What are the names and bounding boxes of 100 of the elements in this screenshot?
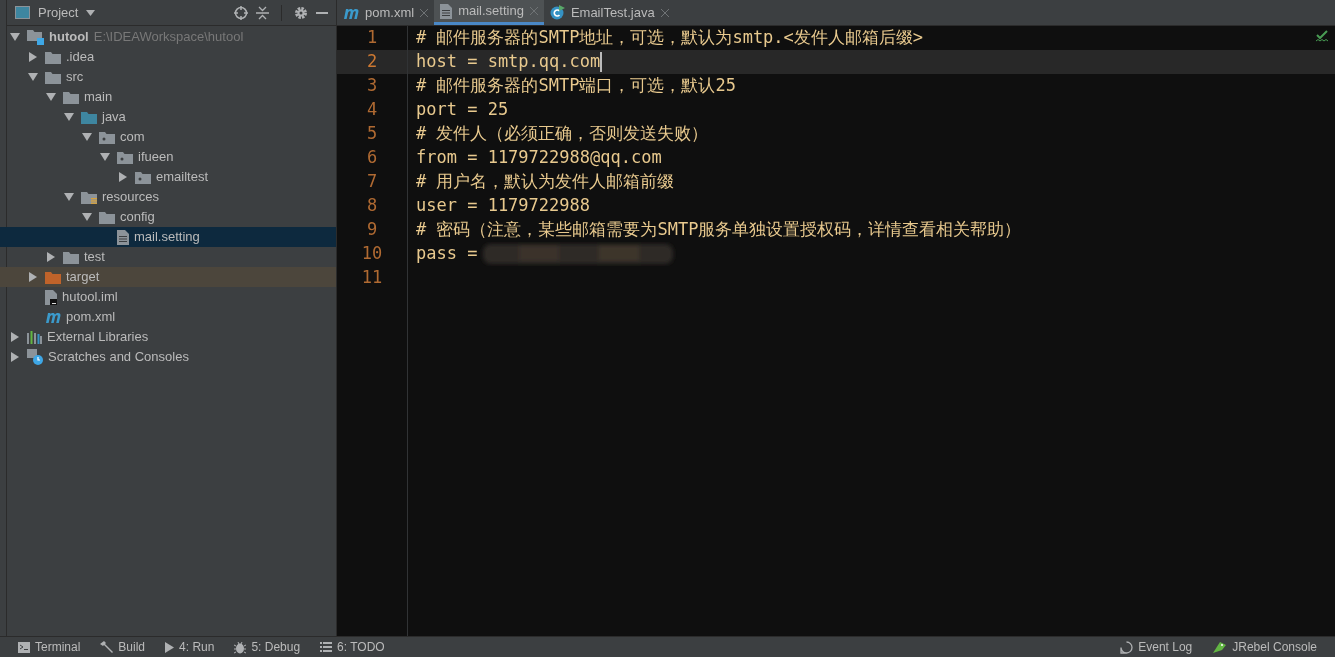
tree-label: resources (102, 188, 160, 207)
tree-row[interactable]: .idea (0, 47, 336, 67)
code-line: # 用户名，默认为发件人邮箱前缀 (416, 170, 675, 194)
bug-icon (234, 640, 247, 654)
terminal-icon (18, 641, 30, 653)
expand-caret-icon[interactable] (28, 52, 38, 62)
tool-window-label: 5: Debug (251, 639, 301, 656)
panel-title[interactable]: Project (38, 2, 79, 23)
folder-icon (63, 90, 79, 104)
tree-row[interactable]: config (0, 207, 336, 227)
tool-window-button[interactable]: 6: TODO (320, 638, 385, 656)
tree-row[interactable]: External Libraries (0, 327, 336, 347)
editor-tab[interactable]: mail.setting (434, 0, 544, 25)
editor-tab[interactable]: EmailTest.java (543, 0, 675, 25)
tree-label: hutool.iml (62, 288, 118, 307)
file-icon (117, 229, 129, 245)
text-cursor (600, 52, 603, 72)
play-icon (165, 641, 175, 653)
folder-icon (99, 210, 115, 224)
line-number: 2 (366, 50, 378, 74)
tree-label: External Libraries (47, 328, 149, 347)
folder-icon (45, 50, 61, 64)
tree-row[interactable]: resources (0, 187, 336, 207)
tool-window-label: 6: TODO (337, 639, 385, 656)
locate-icon[interactable] (234, 5, 248, 20)
tree-label: target (66, 268, 100, 287)
tree-row[interactable]: hutool.iml (0, 287, 336, 307)
tab-label: pom.xml (365, 3, 415, 22)
folder-icon (81, 110, 97, 124)
code-line: # 发件人（必须正确，否则发送失败） (416, 122, 709, 146)
tool-window-button[interactable]: Terminal (18, 638, 81, 656)
file-icon (45, 289, 57, 305)
tree-label: test (84, 248, 105, 267)
tree-label: Scratches and Consoles (48, 348, 189, 367)
tree-row[interactable]: com (0, 127, 336, 147)
editor-tab[interactable]: pom.xml (337, 0, 435, 25)
file-icon (440, 3, 453, 19)
tree-label: ifueen (138, 148, 174, 167)
minimize-icon[interactable] (316, 11, 328, 14)
tool-window-label: 4: Run (179, 639, 215, 656)
scratches-icon (27, 349, 43, 365)
line-number: 7 (366, 170, 378, 194)
tree-row[interactable]: src (0, 67, 336, 87)
tree-row[interactable]: emailtest (0, 167, 336, 187)
tree-row[interactable]: hutool E:\IDEAWorkspace\hutool (0, 27, 336, 47)
tree-row[interactable]: main (0, 87, 336, 107)
tool-window-label: Build (118, 639, 146, 656)
tree-label: .idea (66, 48, 95, 67)
list-icon (320, 642, 333, 652)
tree-row[interactable]: mail.setting (0, 227, 336, 247)
code-line: pass = (416, 242, 478, 266)
code-line: # 密码（注意，某些邮箱需要为SMTP服务单独设置授权码，详情查看相关帮助） (416, 218, 1022, 242)
line-number: 1 (366, 26, 378, 50)
maven-icon (343, 6, 359, 19)
folder-icon (63, 250, 79, 264)
line-number: 6 (366, 146, 378, 170)
inspection-ok-icon[interactable] (1316, 30, 1329, 42)
tree-row[interactable]: Scratches and Consoles (0, 347, 336, 367)
hammer-icon (100, 641, 114, 653)
expand-caret-icon[interactable] (118, 172, 128, 182)
tool-window-button[interactable]: 4: Run (165, 638, 215, 656)
tree-row[interactable]: pom.xml (0, 307, 336, 327)
tree-label: com (120, 128, 145, 147)
tree-label: emailtest (156, 168, 209, 187)
folder-icon (81, 190, 97, 204)
folder-icon (135, 170, 151, 184)
code-line: host = smtp.qq.com (416, 50, 601, 74)
collapse-caret-icon[interactable] (10, 32, 20, 42)
tab-label: mail.setting (458, 2, 524, 21)
line-number: 10 (361, 242, 383, 266)
tree-label: main (84, 88, 113, 107)
folder-icon (45, 270, 61, 284)
module-icon (27, 29, 44, 45)
folder-icon (117, 150, 133, 164)
tree-row[interactable]: ifueen (0, 147, 336, 167)
maven-icon (45, 311, 61, 323)
tree-row[interactable]: java (0, 107, 336, 127)
folder-icon (99, 130, 115, 144)
line-number: 3 (366, 74, 378, 98)
code-line: # 邮件服务器的SMTP端口，可选，默认25 (416, 74, 736, 98)
tree-row[interactable]: target (0, 267, 336, 287)
tool-window-label: Event Log (1138, 639, 1193, 656)
settings-icon[interactable] (294, 5, 308, 20)
collapse-all-icon[interactable] (256, 5, 269, 20)
project-path: E:\IDEAWorkspace\hutool (93, 28, 244, 47)
tool-window-button[interactable]: 5: Debug (234, 638, 301, 656)
tree-row[interactable]: test (0, 247, 336, 267)
tool-window-button[interactable]: JRebel Console (1212, 638, 1317, 656)
tool-window-label: Terminal (35, 639, 81, 656)
line-number: 9 (366, 218, 378, 242)
panel-icon (15, 6, 30, 19)
code-line: port = 25 (416, 98, 509, 122)
dropdown-caret-icon[interactable] (86, 9, 96, 16)
tool-window-button[interactable]: Build (100, 638, 146, 656)
tool-window-button[interactable]: Event Log (1120, 638, 1193, 656)
class-icon (549, 5, 565, 20)
code-line: from = 1179722988@qq.com (416, 146, 662, 170)
tree-label: config (120, 208, 155, 227)
folder-icon (45, 70, 61, 84)
line-number: 11 (361, 266, 383, 290)
